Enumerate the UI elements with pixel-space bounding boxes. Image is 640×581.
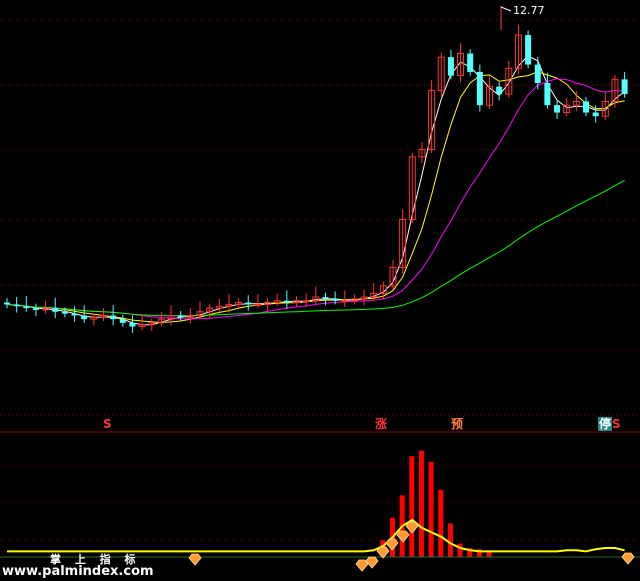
indicator-bar bbox=[428, 461, 434, 557]
indicator-bar bbox=[418, 450, 424, 557]
indicator-bar bbox=[409, 456, 415, 557]
indicator-bar bbox=[457, 543, 463, 557]
peak-price-label: 12.77 bbox=[513, 4, 545, 17]
watermark: 掌 上 指 标 www.palmindex.com bbox=[0, 551, 200, 581]
signal-marker-s: S bbox=[103, 417, 112, 431]
candle bbox=[525, 30, 532, 69]
chart-background bbox=[0, 0, 640, 581]
watermark-url: www.palmindex.com bbox=[2, 564, 154, 579]
signal-marker-stop: 停 bbox=[598, 417, 613, 431]
signal-marker-rise: 涨 bbox=[375, 417, 388, 431]
indicator-bar bbox=[447, 523, 453, 557]
signal-marker-s-right: S bbox=[612, 417, 621, 431]
signal-marker-warn: 预 bbox=[451, 417, 464, 431]
indicator-bar bbox=[438, 489, 444, 557]
stock-chart-canvas[interactable] bbox=[0, 0, 640, 581]
